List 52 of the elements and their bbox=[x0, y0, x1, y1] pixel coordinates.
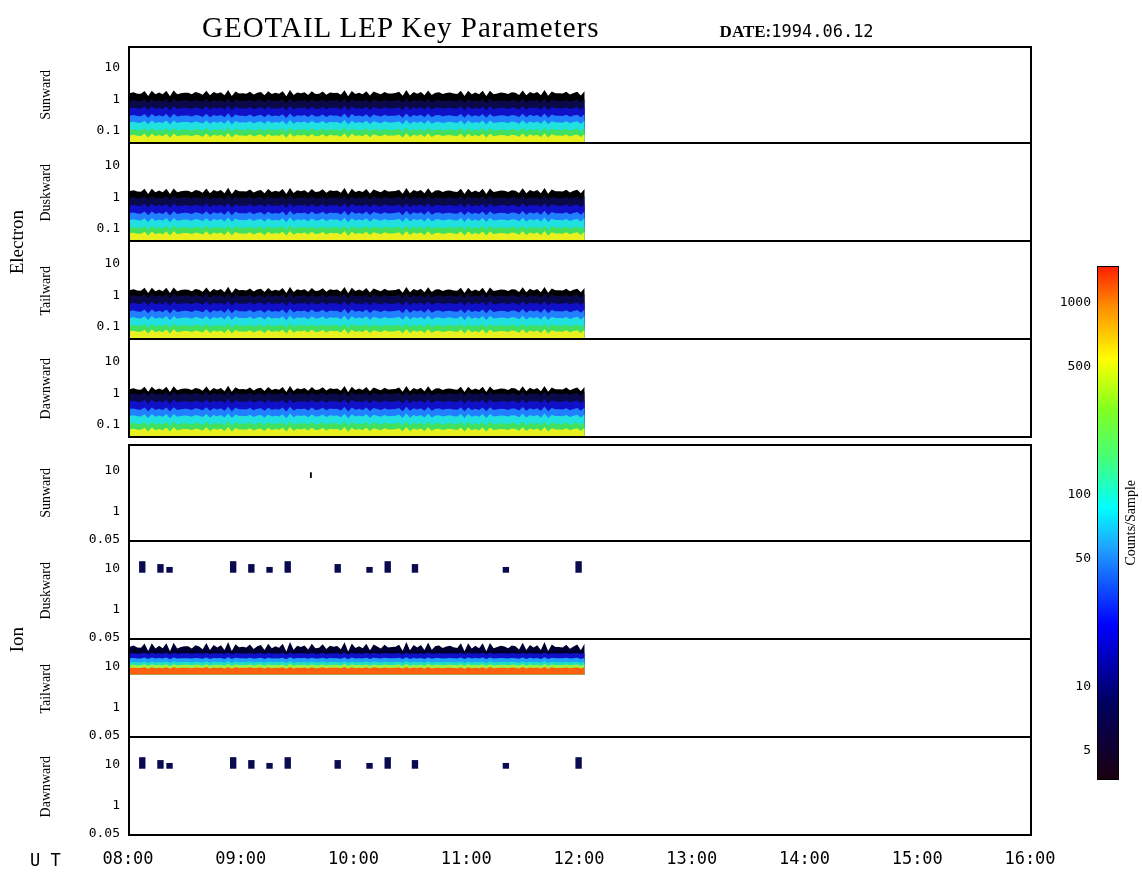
y-tick-label: 1 bbox=[112, 698, 120, 714]
x-tick-label: 15:00 bbox=[891, 848, 943, 868]
y-tick-label: 0.1 bbox=[96, 219, 120, 235]
x-tick-label: 11:00 bbox=[440, 848, 492, 868]
y-tick-label: 0.1 bbox=[96, 415, 120, 431]
panel-label: Dawnward bbox=[38, 358, 54, 420]
y-tick-label: 0.05 bbox=[88, 628, 120, 644]
y-tick-label: 10 bbox=[104, 657, 120, 673]
x-tick-label: 14:00 bbox=[778, 848, 831, 868]
panel-label: Sunward bbox=[38, 70, 54, 120]
y-tick-label: 10 bbox=[104, 755, 120, 771]
y-tick-label: 10 bbox=[104, 461, 120, 477]
y-tick-label: 0.1 bbox=[96, 317, 120, 333]
x-tick-label: 10:00 bbox=[327, 848, 380, 868]
colorbar-label: Counts/Sample bbox=[1123, 480, 1139, 566]
y-tick-label: 1 bbox=[112, 90, 120, 106]
y-tick-label: 1 bbox=[112, 796, 120, 812]
group-label: Electron bbox=[6, 209, 28, 275]
y-tick-label: 10 bbox=[104, 559, 120, 575]
panel-label: Dawnward bbox=[38, 756, 54, 818]
date-label: DATE:1994.06.12 bbox=[719, 21, 874, 43]
colorbar-tick-label: 50 bbox=[1075, 549, 1091, 565]
panel-label: Duskward bbox=[38, 164, 54, 222]
colorbar-tick-label: 10 bbox=[1075, 677, 1091, 693]
x-tick-label: 12:00 bbox=[553, 848, 605, 868]
colorbar-tick-label: 500 bbox=[1067, 357, 1091, 373]
y-tick-label: 1 bbox=[112, 600, 120, 616]
x-tick-label: 13:00 bbox=[666, 848, 718, 868]
y-tick-label: 0.05 bbox=[88, 824, 120, 840]
colorbar-tick-label: 5 bbox=[1083, 741, 1091, 757]
y-tick-label: 1 bbox=[112, 188, 120, 204]
y-tick-label: 0.05 bbox=[88, 726, 120, 742]
y-tick-label: 0.05 bbox=[88, 530, 120, 546]
group-label: Ion bbox=[6, 627, 28, 653]
colorbar-tick-label: 1000 bbox=[1059, 293, 1091, 309]
y-tick-label: 10 bbox=[104, 254, 120, 270]
chart-title: GEOTAIL LEP Key Parameters bbox=[202, 11, 600, 45]
y-tick-label: 10 bbox=[104, 352, 120, 368]
panel-label: Tailward bbox=[38, 664, 54, 714]
y-tick-label: 1 bbox=[112, 286, 120, 302]
panel-label: Tailward bbox=[38, 266, 54, 316]
y-tick-label: 10 bbox=[104, 156, 120, 172]
y-tick-label: 0.1 bbox=[96, 121, 120, 137]
panel-label: Duskward bbox=[38, 562, 54, 620]
x-tick-label: 16:00 bbox=[1004, 848, 1056, 868]
y-tick-label: 1 bbox=[112, 502, 120, 518]
panel-label: Sunward bbox=[38, 468, 54, 518]
y-tick-label: 1 bbox=[112, 384, 120, 400]
x-tick-label: 09:00 bbox=[215, 848, 267, 868]
y-tick-label: 10 bbox=[104, 58, 120, 74]
x-tick-label: 08:00 bbox=[102, 848, 154, 868]
colorbar-tick-label: 100 bbox=[1067, 485, 1091, 501]
